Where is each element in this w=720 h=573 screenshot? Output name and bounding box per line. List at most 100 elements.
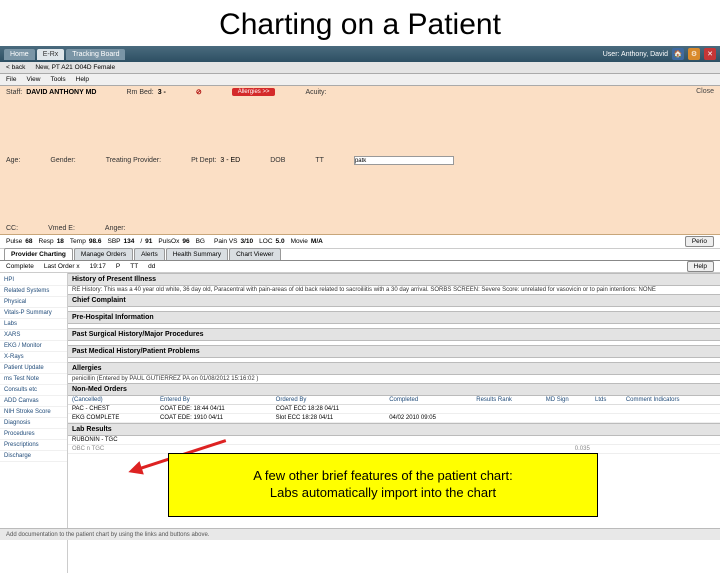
sidebar-item-vitals[interactable]: Vitals-P Summary xyxy=(0,308,67,319)
sidebar-item-labs[interactable]: Labs xyxy=(0,319,67,330)
help-button[interactable]: Help xyxy=(687,261,714,272)
status-text: Add documentation to the patient chart b… xyxy=(6,532,209,538)
callout-box: A few other brief features of the patien… xyxy=(168,453,598,517)
menu-view[interactable]: View xyxy=(26,76,40,83)
section-nonmed-header[interactable]: Non-Med Orders xyxy=(68,383,720,396)
chart-subbar: Complete Last Order x 19:17 P TT dd Help xyxy=(0,261,720,273)
vital-movie-lbl: Movie xyxy=(291,238,308,245)
sidebar-item-xars[interactable]: XARS xyxy=(0,330,67,341)
sidebar-item-testnote[interactable]: ms Test Note xyxy=(0,374,67,385)
sidebar-item-related[interactable]: Related Systems xyxy=(0,286,67,297)
tab-provider-charting[interactable]: Provider Charting xyxy=(4,248,73,260)
sidebar-item-nih[interactable]: NIH Stroke Score xyxy=(0,407,67,418)
vital-temp-lbl: Temp xyxy=(70,238,86,245)
back-link[interactable]: < back xyxy=(6,64,25,71)
ehr-app-window: Home E-Rx Tracking Board User: Anthony, … xyxy=(0,46,720,573)
section-hpi-header[interactable]: History of Present Illness xyxy=(68,273,720,286)
perio-button[interactable]: Perio xyxy=(685,236,714,247)
col-entered[interactable]: Entered By xyxy=(156,396,272,405)
col-rank[interactable]: Results Rank xyxy=(472,396,541,405)
lab-name: RUBONIN - TGC xyxy=(68,436,415,445)
logout-icon[interactable]: ✕ xyxy=(704,48,716,60)
age-label: Age: xyxy=(6,157,20,164)
section-allergies-header[interactable]: Allergies xyxy=(68,362,720,375)
section-prehosp-header[interactable]: Pre-Hospital Information xyxy=(68,311,720,324)
complete-label[interactable]: Complete xyxy=(6,263,34,270)
patient-tab[interactable]: New, PT A21 O04D Female xyxy=(35,64,115,71)
last-order-label: Last Order x xyxy=(44,263,80,270)
vital-pain: 3/10 xyxy=(241,238,254,245)
section-surg-header[interactable]: Past Surgical History/Major Procedures xyxy=(68,328,720,341)
menu-file[interactable]: File xyxy=(6,76,16,83)
vital-pulse: 68 xyxy=(25,238,32,245)
col-mdsign[interactable]: MD Sign xyxy=(542,396,591,405)
acuity-label: Acuity: xyxy=(305,89,326,96)
vital-loc: 5.0 xyxy=(276,238,285,245)
section-labs-header[interactable]: Lab Results xyxy=(68,423,720,436)
labs-table: RUBONIN - TGC OBC n TGC 0.035 xyxy=(68,436,720,454)
order-name: PAC - CHEST xyxy=(68,405,156,414)
section-pmh-header[interactable]: Past Medical History/Patient Problems xyxy=(68,345,720,358)
col-cancelled[interactable]: (Cancelled) xyxy=(68,396,156,405)
order-completed xyxy=(385,405,472,414)
hpi-body: RE History: This was a 40 year old white… xyxy=(68,286,720,294)
tab-manage-orders[interactable]: Manage Orders xyxy=(74,248,133,260)
sidebar-item-rx[interactable]: Prescriptions xyxy=(0,440,67,451)
anger-input[interactable] xyxy=(354,156,454,165)
allergies-body: penicillin (Entered by PAUL GUTIERREZ PA… xyxy=(68,375,720,383)
vitals-bar: Pulse68 Resp18 Temp98.6 SBP134 /91 PulsO… xyxy=(0,235,720,249)
order-ordered: Slot ECC 18:28 04/11 xyxy=(272,414,386,423)
menu-bar: File View Tools Help xyxy=(0,74,720,86)
sidebar-item-diagnosis[interactable]: Diagnosis xyxy=(0,418,67,429)
sidebar-item-consults[interactable]: Consults etc xyxy=(0,385,67,396)
settings-icon[interactable]: ⚙ xyxy=(688,48,700,60)
dd-indicator: dd xyxy=(148,263,155,270)
top-tab-home[interactable]: Home xyxy=(4,49,35,60)
gender-label: Gender: xyxy=(50,157,75,164)
rmbed-label: Rm Bed: xyxy=(126,89,153,96)
top-tab-erx[interactable]: E-Rx xyxy=(37,49,65,60)
vital-spo2: 96 xyxy=(182,238,189,245)
sidebar-item-hpi[interactable]: HPI xyxy=(0,275,67,286)
tab-health-summary[interactable]: Health Summary xyxy=(166,248,228,260)
table-row[interactable]: PAC - CHEST COAT EDE: 18:44 04/11 COAT E… xyxy=(68,405,720,414)
staff-label: Staff: xyxy=(6,89,22,96)
alert-icon: ⊘ xyxy=(196,88,202,96)
sidebar-item-procedures[interactable]: Procedures xyxy=(0,429,67,440)
dob-label: DOB xyxy=(270,157,285,164)
order-entered: COAT EDE: 18:44 04/11 xyxy=(156,405,272,414)
tt-label: TT xyxy=(315,157,324,164)
sidebar-item-physical[interactable]: Physical xyxy=(0,297,67,308)
rmbed-value: 3 - xyxy=(158,89,166,96)
col-ordered[interactable]: Ordered By xyxy=(272,396,386,405)
top-tab-tracking[interactable]: Tracking Board xyxy=(66,49,125,60)
table-row[interactable]: RUBONIN - TGC xyxy=(68,436,720,445)
table-row[interactable]: EKG COMPLETE COAT EDE: 1910 04/11 Slot E… xyxy=(68,414,720,423)
col-ltds[interactable]: Ltds xyxy=(591,396,622,405)
vmed-label: Vmed E: xyxy=(48,225,75,232)
close-patient-link[interactable]: Close xyxy=(696,88,714,95)
menu-tools[interactable]: Tools xyxy=(50,76,65,83)
sidebar-item-xrays[interactable]: X-Rays xyxy=(0,352,67,363)
menu-help[interactable]: Help xyxy=(76,76,89,83)
sidebar-item-discharge[interactable]: Discharge xyxy=(0,451,67,462)
orders-table: (Cancelled) Entered By Ordered By Comple… xyxy=(68,396,720,423)
top-bar: Home E-Rx Tracking Board User: Anthony, … xyxy=(0,46,720,62)
home-icon[interactable]: 🏠 xyxy=(672,48,684,60)
staff-value: DAVID ANTHONY MD xyxy=(26,89,96,96)
allergies-button[interactable]: Allergies >> xyxy=(232,88,276,96)
sidebar-item-ekg[interactable]: EKG / Monitor xyxy=(0,341,67,352)
sidebar-item-update[interactable]: Patient Update xyxy=(0,363,67,374)
sidebar-item-canvas[interactable]: ADD Canvas xyxy=(0,396,67,407)
col-completed[interactable]: Completed xyxy=(385,396,472,405)
cc-label: CC: xyxy=(6,225,18,232)
tab-alerts[interactable]: Alerts xyxy=(134,248,165,260)
vital-movie: M/A xyxy=(311,238,323,245)
top-tabs: Home E-Rx Tracking Board xyxy=(4,49,127,60)
col-comment[interactable]: Comment Indicators xyxy=(622,396,720,405)
section-cc-header[interactable]: Chief Complaint xyxy=(68,294,720,307)
vital-loc-lbl: LOC xyxy=(259,238,272,245)
order-name: EKG COMPLETE xyxy=(68,414,156,423)
tab-chart-viewer[interactable]: Chart Viewer xyxy=(229,248,280,260)
p-indicator: P xyxy=(116,263,120,270)
